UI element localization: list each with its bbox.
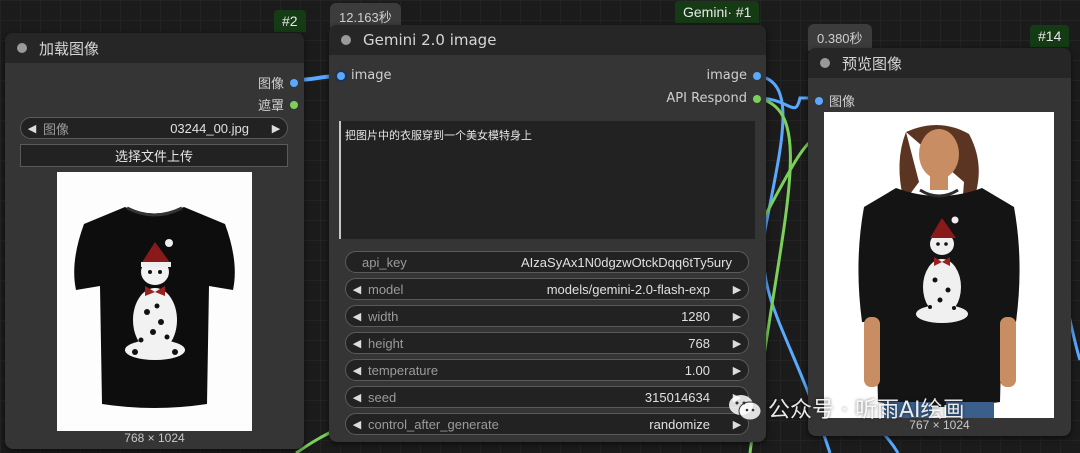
execution-time-tag: 0.380秒 <box>808 24 872 51</box>
widget-label: temperature <box>368 362 439 378</box>
prev-arrow-icon[interactable]: ◀ <box>346 283 368 296</box>
node-id-badge: #14 <box>1030 25 1070 47</box>
node-id-badge: Gemini· #1 <box>675 1 760 23</box>
prev-arrow-icon[interactable]: ◀ <box>21 122 43 135</box>
collapse-dot-icon[interactable] <box>341 35 351 45</box>
api-key-field[interactable]: api_key AIzaSyAx1N0dgzwOtckDqq6tTy5ury <box>345 251 749 273</box>
widget-value: 768 <box>688 335 710 351</box>
collapse-dot-icon[interactable] <box>17 43 27 53</box>
input-image-dot-icon[interactable] <box>337 71 345 80</box>
output-mask-port[interactable]: 遮罩 <box>258 95 298 114</box>
widget-value: 1.00 <box>684 362 710 378</box>
input-image-dot-icon[interactable] <box>815 96 823 105</box>
output-api-dot-icon[interactable] <box>753 94 761 103</box>
widget-label: height <box>368 335 404 351</box>
output-mask-label: 遮罩 <box>257 99 284 114</box>
widget-value: 03244_00.jpg <box>170 120 249 136</box>
widget-label: 图像 <box>43 121 70 137</box>
widget-value: randomize <box>649 416 710 432</box>
output-api-respond-port[interactable]: API Respond <box>666 91 761 106</box>
upload-file-button[interactable]: 选择文件上传 <box>20 144 288 167</box>
decrement-arrow-icon[interactable]: ◀ <box>346 337 368 350</box>
output-image-port[interactable]: image <box>706 68 761 83</box>
widget-label: width <box>368 308 399 324</box>
widget-label: api_key <box>362 254 407 270</box>
node-title-bar[interactable]: Gemini 2.0 image <box>329 25 766 55</box>
tshirt-image <box>57 172 252 431</box>
node-id-badge: #2 <box>274 10 306 32</box>
widget-label: model <box>368 281 404 297</box>
increment-arrow-icon[interactable]: ▶ <box>726 310 748 323</box>
temperature-stepper[interactable]: ◀ temperature 1.00 ▶ <box>345 359 749 381</box>
increment-arrow-icon[interactable]: ▶ <box>726 364 748 377</box>
height-stepper[interactable]: ◀ height 768 ▶ <box>345 332 749 354</box>
node-title: 预览图像 <box>842 54 903 73</box>
node-title: 加载图像 <box>39 39 100 58</box>
output-image-dot-icon[interactable] <box>753 71 761 80</box>
watermark: 公众号 · 听雨AI绘画 <box>728 392 965 424</box>
widget-label: control_after_generate <box>368 416 499 432</box>
output-image-label: 图像 <box>257 77 284 92</box>
input-image-label: 图像 <box>829 95 856 110</box>
next-arrow-icon[interactable]: ▶ <box>726 283 748 296</box>
wechat-icon <box>729 395 762 421</box>
output-api-label: API Respond <box>666 91 747 106</box>
widget-label: seed <box>368 389 397 405</box>
control-after-generate-selector[interactable]: ◀ control_after_generate randomize ▶ <box>345 413 749 435</box>
decrement-arrow-icon[interactable]: ◀ <box>346 364 368 377</box>
input-image-label: image <box>351 68 392 83</box>
node-title: Gemini 2.0 image <box>363 31 497 49</box>
watermark-text: 公众号 · 听雨AI绘画 <box>768 398 965 423</box>
preview-image-node[interactable]: 预览图像 图像 767 × 1024 <box>808 48 1071 436</box>
seed-stepper[interactable]: ◀ seed 315014634 ▶ <box>345 386 749 408</box>
preview-model-image <box>824 112 1054 418</box>
output-image-port[interactable]: 图像 <box>258 73 298 92</box>
output-mask-dot-icon[interactable] <box>290 100 298 109</box>
increment-arrow-icon[interactable]: ▶ <box>726 337 748 350</box>
output-image-label: image <box>706 68 748 83</box>
next-arrow-icon[interactable]: ▶ <box>265 122 287 135</box>
widget-value: 315014634 <box>644 389 710 405</box>
input-image-port[interactable]: image <box>337 68 392 83</box>
decrement-arrow-icon[interactable]: ◀ <box>346 310 368 323</box>
widget-value: models/gemini-2.0-flash-exp <box>546 281 710 297</box>
model-selector[interactable]: ◀ model models/gemini-2.0-flash-exp ▶ <box>345 278 749 300</box>
prompt-textarea[interactable]: 把图片中的衣服穿到一个美女模特身上 <box>339 121 755 239</box>
widget-value: AIzaSyAx1N0dgzwOtckDqq6tTy5ury <box>521 254 732 270</box>
gemini-image-node[interactable]: Gemini 2.0 image image image API Respond… <box>329 25 766 442</box>
widget-value: 1280 <box>681 308 710 324</box>
collapse-dot-icon[interactable] <box>820 58 830 68</box>
decrement-arrow-icon[interactable]: ◀ <box>346 391 368 404</box>
image-file-selector[interactable]: ◀ 图像 03244_00.jpg ▶ <box>20 117 288 139</box>
image-dimensions: 768 × 1024 <box>124 431 185 445</box>
node-title-bar[interactable]: 加载图像 <box>5 33 304 63</box>
output-image-dot-icon[interactable] <box>290 78 298 87</box>
load-image-node[interactable]: 加载图像 图像 遮罩 ◀ 图像 03244_00.jpg ▶ 选择文件上传 76… <box>5 33 304 449</box>
width-stepper[interactable]: ◀ width 1280 ▶ <box>345 305 749 327</box>
node-title-bar[interactable]: 预览图像 <box>808 48 1071 78</box>
prev-arrow-icon[interactable]: ◀ <box>346 418 368 431</box>
input-image-port[interactable]: 图像 <box>815 91 855 110</box>
